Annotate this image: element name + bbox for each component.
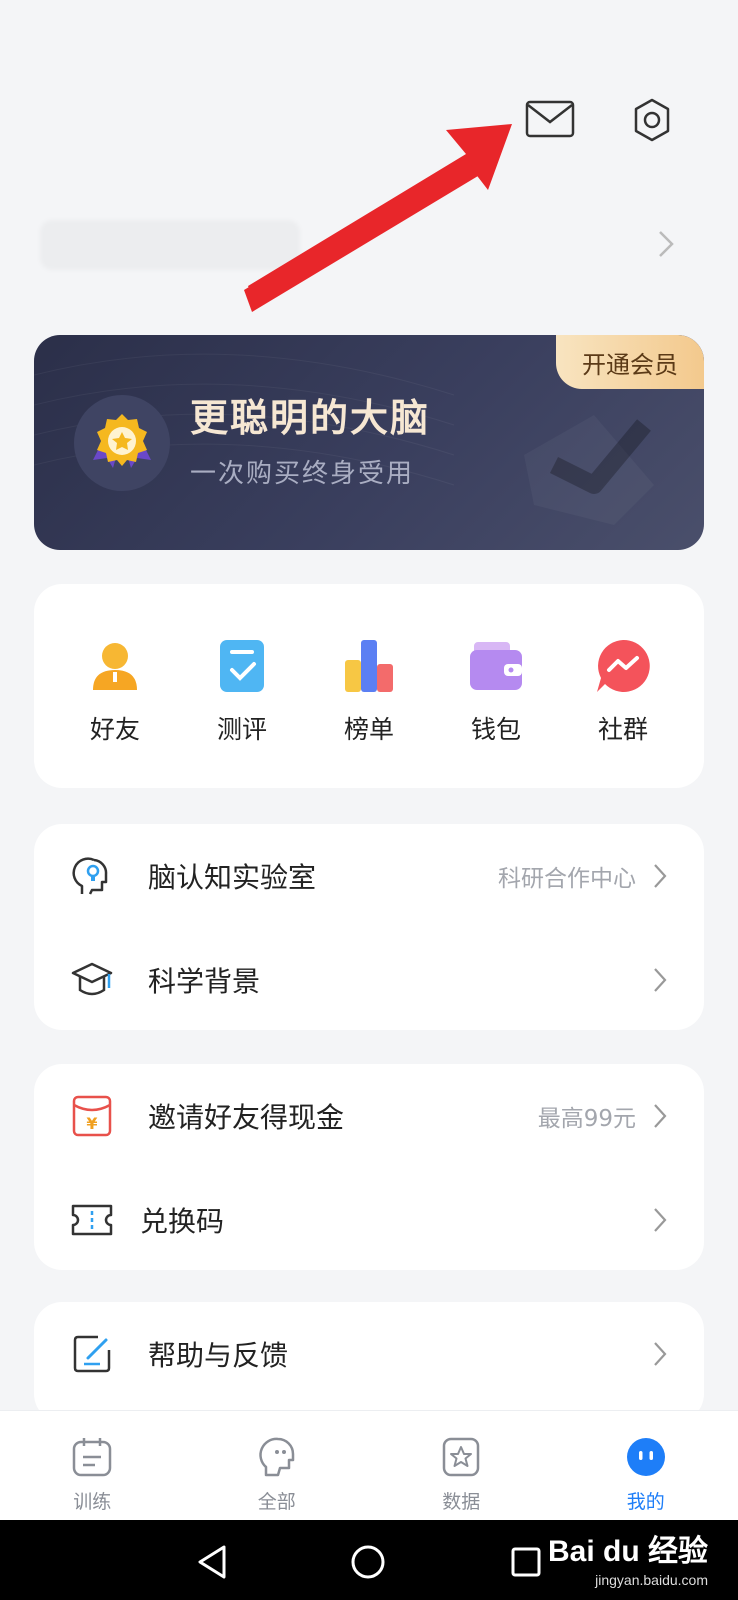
- tab-all[interactable]: 全部: [185, 1411, 370, 1520]
- ticket-icon: [70, 1198, 114, 1242]
- tab-label: 我的: [626, 1491, 665, 1513]
- profile-row[interactable]: [40, 200, 680, 290]
- chevron-right-icon: [650, 1338, 670, 1370]
- mail-icon[interactable]: [520, 94, 580, 144]
- bottom-tab-bar: 训练 全部 数据 我的: [0, 1410, 738, 1520]
- menu-label: 兑换码: [140, 1205, 225, 1238]
- checklist-icon: [220, 640, 264, 692]
- tab-label: 数据: [442, 1491, 481, 1513]
- vip-banner[interactable]: 更聪明的大脑 一次购买终身受用 开通会员: [34, 335, 704, 550]
- quick-label: 测评: [216, 715, 267, 744]
- quick-label: 好友: [89, 715, 140, 744]
- calendar-icon: [70, 1435, 114, 1479]
- tab-me[interactable]: 我的: [554, 1411, 738, 1520]
- quick-actions-card: 好友 测评 榜单 钱包 社群: [34, 584, 704, 788]
- quick-item-community[interactable]: 社群: [578, 636, 668, 746]
- edit-feedback-icon: [70, 1332, 114, 1376]
- recents-icon[interactable]: [504, 1540, 548, 1584]
- profile-header: [0, 0, 738, 320]
- svg-text:¥: ¥: [86, 1114, 97, 1133]
- menu-item-redeem-code[interactable]: 兑换码: [34, 1168, 704, 1272]
- quick-label: 钱包: [470, 715, 521, 744]
- menu-extra: 科研合作中心: [498, 866, 636, 892]
- ranking-chart-icon: [345, 640, 393, 692]
- chevron-right-icon: [650, 1100, 670, 1132]
- user-icon: [93, 643, 137, 690]
- chevron-right-icon: [650, 860, 670, 892]
- watermark-brand: Bai du 经验: [547, 1535, 708, 1568]
- quick-label: 榜单: [343, 715, 394, 744]
- quick-item-friends[interactable]: 好友: [70, 636, 160, 746]
- menu-extra: 最高99元: [537, 1106, 636, 1132]
- red-envelope-icon: ¥: [70, 1094, 114, 1138]
- menu-item-help-feedback[interactable]: 帮助与反馈: [34, 1302, 704, 1406]
- tab-label: 训练: [73, 1491, 112, 1513]
- face-icon: [624, 1435, 668, 1479]
- tab-label: 全部: [257, 1491, 296, 1513]
- tab-training[interactable]: 训练: [0, 1411, 185, 1520]
- chevron-right-icon: [652, 224, 680, 264]
- medal-icon: [74, 395, 170, 491]
- home-icon[interactable]: [346, 1540, 390, 1584]
- watermark-url: jingyan.baidu.com: [595, 1572, 708, 1588]
- back-icon[interactable]: [190, 1540, 234, 1584]
- chat-bubble-icon: [597, 639, 650, 692]
- help-menu-card: 帮助与反馈: [34, 1302, 704, 1422]
- gear-icon[interactable]: [624, 92, 680, 148]
- lab-menu-card: 脑认知实验室 科研合作中心 科学背景: [34, 824, 704, 1030]
- menu-label: 科学背景: [148, 965, 261, 998]
- chevron-right-icon: [650, 964, 670, 996]
- brain-bulb-icon: [70, 854, 114, 898]
- tab-data[interactable]: 数据: [369, 1411, 554, 1520]
- vip-title: 更聪明的大脑: [190, 396, 431, 440]
- chevron-right-icon: [650, 1204, 670, 1236]
- menu-label: 脑认知实验室: [148, 861, 317, 894]
- star-badge-icon: [439, 1435, 483, 1479]
- profile-placeholder: [40, 220, 300, 270]
- quick-item-wallet[interactable]: 钱包: [451, 636, 541, 746]
- open-membership-button[interactable]: 开通会员: [556, 335, 704, 389]
- invite-menu-card: ¥ 邀请好友得现金 最高99元 兑换码: [34, 1064, 704, 1270]
- graduation-cap-icon: [70, 958, 114, 1002]
- quick-item-assessment[interactable]: 测评: [197, 636, 287, 746]
- menu-label: 邀请好友得现金: [148, 1101, 345, 1134]
- quick-item-ranking[interactable]: 榜单: [324, 636, 414, 746]
- menu-item-invite[interactable]: ¥ 邀请好友得现金 最高99元: [34, 1064, 704, 1168]
- wallet-icon: [470, 642, 522, 690]
- menu-item-science-background[interactable]: 科学背景: [34, 928, 704, 1032]
- system-navigation-bar: Bai du 经验 jingyan.baidu.com: [0, 1520, 738, 1600]
- vip-subtitle: 一次购买终身受用: [190, 459, 415, 489]
- head-icon: [255, 1435, 299, 1479]
- menu-label: 帮助与反馈: [148, 1339, 289, 1372]
- quick-label: 社群: [597, 715, 648, 744]
- menu-item-brain-lab[interactable]: 脑认知实验室 科研合作中心: [34, 824, 704, 928]
